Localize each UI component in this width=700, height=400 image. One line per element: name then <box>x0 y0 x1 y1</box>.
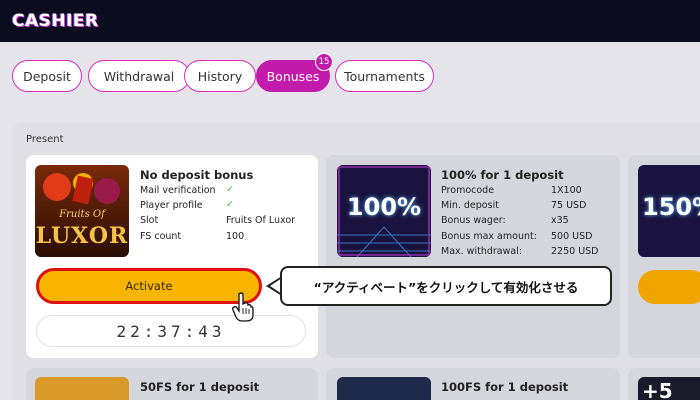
row-label: Promocode <box>441 185 495 196</box>
row-value: 75 USD <box>551 200 587 211</box>
top-bar: CASHIER <box>0 0 700 42</box>
activate-button[interactable] <box>638 270 700 304</box>
row-label: Max. withdrawal: <box>441 246 523 257</box>
row-label: Slot <box>140 215 159 226</box>
row-value: 2250 USD <box>551 246 599 257</box>
bonus-title: No deposit bonus <box>140 168 254 182</box>
thumb-title: 150% <box>642 193 700 221</box>
hand-cursor-icon <box>232 292 254 326</box>
row-value: 1X100 <box>551 185 582 196</box>
activate-button[interactable]: Activate <box>36 268 262 304</box>
tab-withdrawal[interactable]: Withdrawal <box>88 60 190 92</box>
100-percent-thumbnail: 100% <box>337 165 431 257</box>
tab-tournaments[interactable]: Tournaments <box>335 60 434 92</box>
tab-history[interactable]: History <box>184 60 256 92</box>
row-label: FS count <box>140 231 182 242</box>
row-value: 100 <box>226 231 245 242</box>
check-icon: ✓ <box>226 184 234 195</box>
row-value: x35 <box>551 215 569 226</box>
150-percent-thumbnail: 150% <box>638 165 700 257</box>
thumb-title: 100% <box>346 193 422 221</box>
thumb-title: LUXOR <box>35 223 129 249</box>
bonus-title: 50FS for 1 deposit <box>140 380 260 394</box>
check-icon: ✓ <box>226 199 234 210</box>
tab-deposit[interactable]: Deposit <box>12 60 82 92</box>
tab-bonuses[interactable]: Bonuses 15 <box>256 53 333 92</box>
50fs-thumbnail <box>35 377 129 400</box>
thumb-subtitle: Fruits Of <box>59 209 105 220</box>
bonus-title: 100FS for 1 deposit <box>441 380 569 394</box>
row-value: Fruits Of Luxor <box>226 215 296 226</box>
tab-label: Deposit <box>23 68 71 84</box>
bonus-title: 100% for 1 deposit <box>441 168 564 182</box>
fruits-of-luxor-thumbnail: Fruits Of LUXOR <box>35 165 129 257</box>
row-label: Min. deposit <box>441 200 499 211</box>
bonus-count-badge: 15 <box>315 53 333 71</box>
plus5-thumbnail: +5 <box>638 377 700 400</box>
tab-label: Bonuses <box>266 68 320 84</box>
row-value: 500 USD <box>551 231 593 242</box>
100fs-thumbnail <box>337 377 431 400</box>
tab-label: Tournaments <box>344 68 425 84</box>
row-label: Bonus wager: <box>441 215 506 226</box>
row-label: Mail verification <box>140 185 216 196</box>
instruction-callout: “アクティベート”をクリックして有効化させる <box>280 266 612 306</box>
row-label: Player profile <box>140 200 203 211</box>
thumb-title: +5 <box>642 379 673 400</box>
section-label: Present <box>26 134 64 145</box>
tab-label: History <box>197 68 243 84</box>
tab-label: Withdrawal <box>103 68 175 84</box>
row-label: Bonus max amount: <box>441 231 537 242</box>
cashier-title: CASHIER <box>12 11 99 31</box>
countdown-timer: 22:37:43 <box>36 315 306 347</box>
